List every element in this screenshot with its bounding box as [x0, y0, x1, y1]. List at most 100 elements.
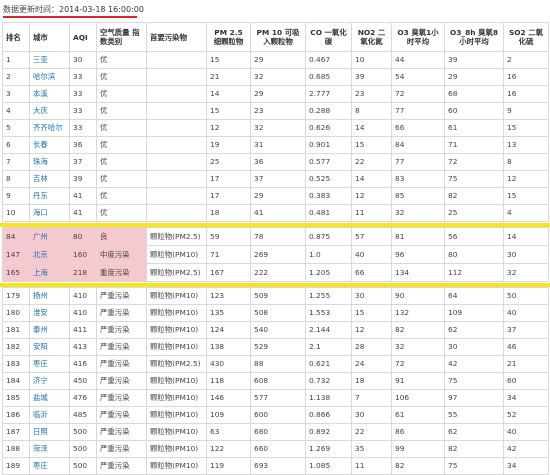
cell-o3-1h: 44 — [391, 51, 445, 69]
cell-city[interactable]: 海口 — [29, 204, 70, 222]
cell-so2: 37 — [503, 321, 549, 339]
cell-city[interactable]: 临沂 — [29, 406, 70, 424]
cell-no2: 12 — [351, 187, 392, 205]
cell-aqi: 33 — [69, 119, 97, 137]
header-col-primary-pollutant: 首要污染物 — [146, 22, 207, 52]
cell-so2: 34 — [503, 389, 549, 407]
cell-primary-pollutant — [146, 204, 207, 222]
cell-primary-pollutant — [146, 136, 207, 154]
highlight-band-top — [0, 222, 550, 227]
cell-o3-8h: 82 — [444, 440, 504, 458]
cell-city[interactable]: 大庆 — [29, 102, 70, 120]
cell-city[interactable]: 枣庄 — [29, 355, 70, 373]
cell-o3-1h: 82 — [391, 321, 445, 339]
cell-city[interactable]: 北京 — [29, 245, 70, 264]
cell-no2: 22 — [351, 153, 392, 171]
cell-city[interactable]: 盐城 — [29, 389, 70, 407]
cell-city[interactable]: 珠海 — [29, 153, 70, 171]
table-row: 8 吉林 39 优 17 37 0.525 14 83 75 12 — [2, 170, 549, 188]
cell-co: 2.144 — [305, 321, 352, 339]
cell-pm10: 31 — [250, 136, 306, 154]
cell-city[interactable]: 日照 — [29, 423, 70, 441]
cell-so2: 15 — [503, 187, 549, 205]
header-col-o3-1h: O3 臭氧1小时平均 — [391, 22, 445, 52]
cell-city[interactable]: 三亚 — [29, 51, 70, 69]
cell-rank: 3 — [2, 85, 30, 103]
cell-city[interactable]: 吉林 — [29, 170, 70, 188]
cell-o3-8h: 25 — [444, 204, 504, 222]
cell-city[interactable]: 哈尔滨 — [29, 68, 70, 86]
cell-no2: 15 — [351, 136, 392, 154]
table-row: 182 安阳 413 严重污染 颗粒物(PM10) 138 529 2.1 28 32 30 46 — [2, 338, 549, 356]
update-time-value: 2014-03-18 16:00:00 — [59, 5, 144, 14]
cell-primary-pollutant — [146, 51, 207, 69]
cell-o3-1h: 77 — [391, 153, 445, 171]
cell-co: 1.255 — [305, 287, 352, 305]
cell-category: 优 — [96, 170, 147, 188]
cell-no2: 28 — [351, 338, 392, 356]
cell-city[interactable]: 扬州 — [29, 287, 70, 305]
cell-o3-8h: 72 — [444, 153, 504, 171]
cell-city[interactable]: 上海 — [29, 263, 70, 282]
cell-pm10: 32 — [250, 68, 306, 86]
cell-pm10: 693 — [250, 457, 306, 475]
cell-aqi: 80 — [69, 227, 97, 246]
update-time-underline — [3, 16, 137, 18]
cell-so2: 8 — [503, 153, 549, 171]
cell-category: 严重污染 — [96, 440, 147, 458]
cell-pm25: 109 — [206, 406, 251, 424]
cell-city[interactable]: 枣庄 — [29, 457, 70, 475]
cell-city[interactable]: 长春 — [29, 136, 70, 154]
cell-category: 严重污染 — [96, 406, 147, 424]
cell-aqi: 416 — [69, 355, 97, 373]
cell-city[interactable]: 泰州 — [29, 321, 70, 339]
cell-city[interactable]: 齐齐哈尔 — [29, 119, 70, 137]
cell-co: 2.1 — [305, 338, 352, 356]
header-col-no2: NO2 二氧化氮 — [351, 22, 392, 52]
cell-primary-pollutant: 颗粒物(PM2.5) — [146, 355, 207, 373]
cell-rank: 185 — [2, 389, 30, 407]
cell-rank: 183 — [2, 355, 30, 373]
cell-so2: 21 — [503, 355, 549, 373]
cell-city[interactable]: 丹东 — [29, 187, 70, 205]
cell-pm25: 135 — [206, 304, 251, 322]
cell-so2: 9 — [503, 102, 549, 120]
cell-city[interactable]: 本溪 — [29, 85, 70, 103]
cell-primary-pollutant — [146, 68, 207, 86]
cell-co: 0.626 — [305, 119, 352, 137]
table-row: 186 临沂 485 严重污染 颗粒物(PM10) 109 600 0.866 30 61 55 52 — [2, 406, 549, 424]
cell-so2: 40 — [503, 423, 549, 441]
cell-no2: 12 — [351, 321, 392, 339]
cell-pm10: 540 — [250, 321, 306, 339]
cell-so2: 12 — [503, 170, 549, 188]
cell-o3-1h: 72 — [391, 85, 445, 103]
cell-pm25: 14 — [206, 85, 251, 103]
cell-o3-8h: 80 — [444, 245, 504, 264]
cell-pm10: 509 — [250, 287, 306, 305]
cell-city[interactable]: 济宁 — [29, 372, 70, 390]
cell-o3-1h: 77 — [391, 102, 445, 120]
cell-o3-1h: 90 — [391, 287, 445, 305]
cell-category: 优 — [96, 51, 147, 69]
cell-aqi: 33 — [69, 102, 97, 120]
cell-so2: 15 — [503, 119, 549, 137]
cell-primary-pollutant — [146, 85, 207, 103]
cell-o3-8h: 75 — [444, 372, 504, 390]
cell-o3-8h: 97 — [444, 389, 504, 407]
cell-o3-8h: 55 — [444, 406, 504, 424]
cell-aqi: 485 — [69, 406, 97, 424]
cell-co: 1.205 — [305, 263, 352, 282]
cell-city[interactable]: 菏泽 — [29, 440, 70, 458]
cell-city[interactable]: 淮安 — [29, 304, 70, 322]
cell-no2: 7 — [351, 389, 392, 407]
cell-pm10: 29 — [250, 51, 306, 69]
cell-no2: 11 — [351, 204, 392, 222]
cell-category: 良 — [96, 227, 147, 246]
cell-aqi: 410 — [69, 287, 97, 305]
cell-city[interactable]: 安阳 — [29, 338, 70, 356]
cell-category: 优 — [96, 204, 147, 222]
cell-co: 1.0 — [305, 245, 352, 264]
cell-aqi: 476 — [69, 389, 97, 407]
cell-city[interactable]: 广州 — [29, 227, 70, 246]
cell-pm25: 21 — [206, 68, 251, 86]
